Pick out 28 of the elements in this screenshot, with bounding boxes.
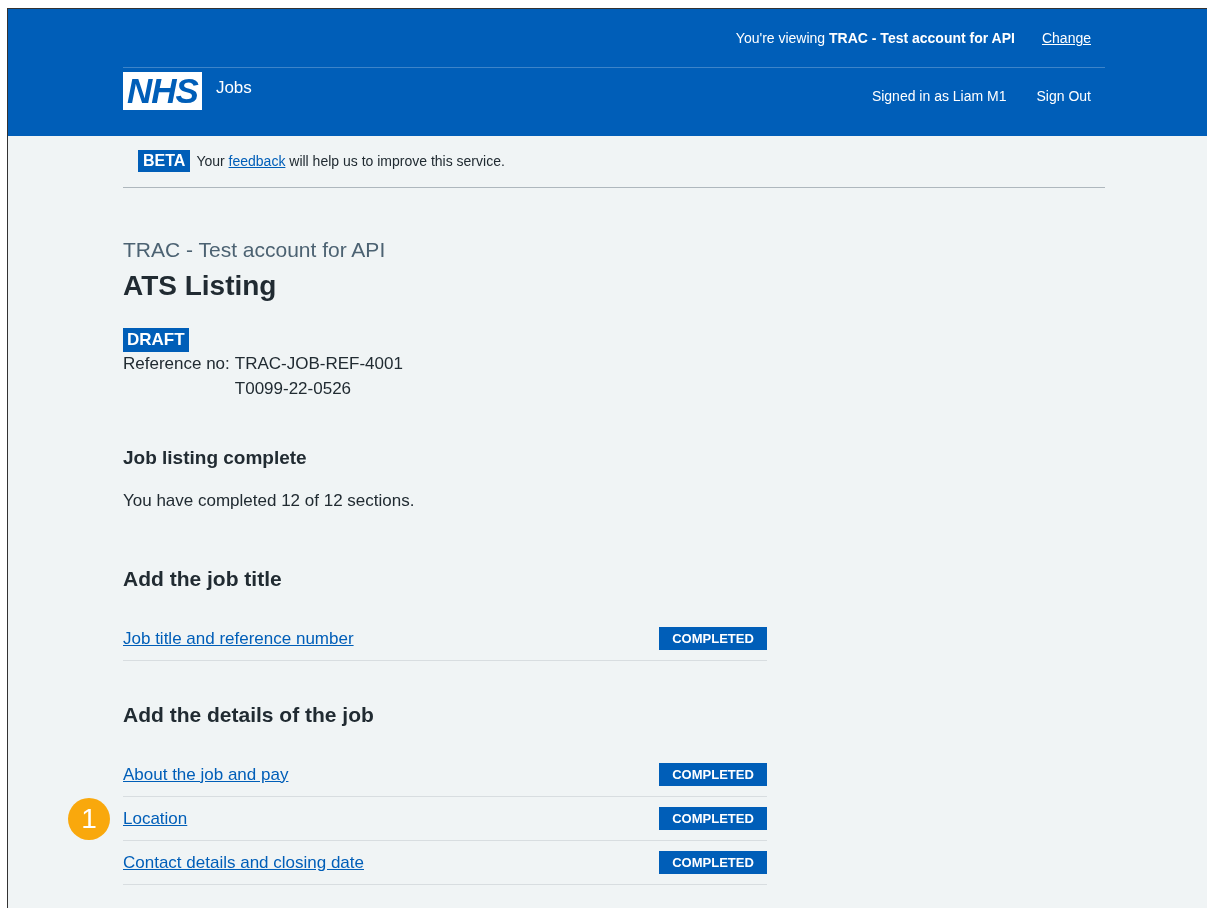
- section-heading: Add the details of the job: [123, 703, 375, 727]
- reference-number: TRAC-JOB-REF-4001: [234, 354, 403, 374]
- summary-text: You have completed 12 of 12 sections.: [123, 491, 416, 511]
- completed-tag: COMPLETED: [659, 851, 767, 874]
- task-link[interactable]: About the job and pay: [123, 764, 289, 785]
- completed-tag: COMPLETED: [659, 627, 767, 650]
- task-link[interactable]: Location: [123, 808, 188, 829]
- feedback-text: Your feedback will help us to improve this service.: [196, 153, 505, 169]
- task-link[interactable]: Contact details and closing date: [123, 852, 364, 873]
- beta-tag: BETA: [138, 150, 191, 172]
- signed-in-text: Signed in as Liam M1: [871, 88, 1007, 104]
- reference-number: T0099-22-0526: [234, 379, 353, 399]
- viewing-account-text: You're viewing TRAC - Test account for API: [735, 30, 1015, 46]
- completed-tag: COMPLETED: [659, 763, 767, 786]
- completed-tag: COMPLETED: [659, 807, 767, 830]
- service-name: Jobs: [215, 78, 252, 98]
- nhs-logo[interactable]: NHS: [123, 72, 202, 110]
- task-link[interactable]: Job title and reference number: [123, 628, 354, 649]
- organisation-caption: TRAC - Test account for API: [123, 238, 387, 262]
- sign-out-link[interactable]: Sign Out: [1036, 88, 1091, 104]
- feedback-link[interactable]: feedback: [228, 153, 286, 169]
- summary-heading: Job listing complete: [123, 447, 308, 469]
- section-heading: Add the job title: [123, 567, 283, 591]
- page-title: ATS Listing: [123, 270, 278, 302]
- status-tag: DRAFT: [123, 328, 189, 352]
- step-callout: 1: [68, 797, 110, 840]
- change-link[interactable]: Change: [1041, 30, 1091, 46]
- reference-label: Reference no:: [123, 354, 230, 374]
